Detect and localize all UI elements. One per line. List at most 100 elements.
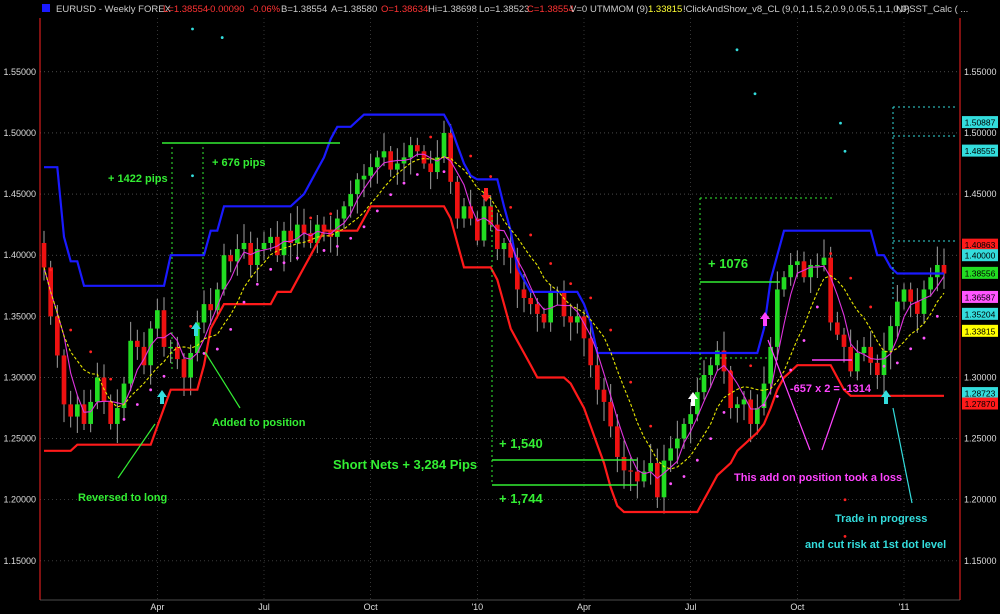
x-tick-label: Jul (258, 602, 270, 612)
candle-body (528, 297, 533, 305)
x-tick-label: Apr (150, 602, 164, 612)
candle-body (75, 404, 80, 417)
annotation-cut-risk: and cut risk at 1st dot level (805, 539, 946, 551)
candle-body (295, 224, 300, 243)
stop-dot (229, 327, 233, 331)
stop-dot (329, 212, 333, 216)
stop-dot (402, 181, 406, 185)
stop-dot (922, 336, 926, 340)
candle-body (108, 401, 113, 424)
stop-dot (509, 205, 513, 209)
stop-dot (935, 314, 939, 318)
candle-body (148, 328, 153, 366)
price-label-text: 1.50887 (965, 118, 996, 128)
candle-body (595, 365, 600, 390)
header-low: L=1.38554 (163, 4, 208, 15)
y-tick-label: 1.35000 (3, 311, 36, 321)
header-high: Hi=1.38698 (428, 4, 477, 15)
stop-dot (429, 135, 433, 139)
stop-dot (843, 149, 847, 153)
header-symbol: EURUSD - Weekly FOREX (56, 4, 172, 15)
x-tick-label: '11 (898, 602, 909, 612)
candle-body (428, 163, 433, 173)
candle-body (855, 353, 860, 372)
candle-body (481, 206, 487, 241)
candle-body (541, 313, 547, 323)
header-change: -0.00090 (207, 4, 245, 15)
candle-body (888, 326, 893, 351)
annotation-plus-1744: + 1,744 (499, 491, 544, 506)
candle-body (628, 470, 633, 472)
candle-body (341, 206, 347, 219)
header-bid: B=1.38554 (281, 4, 327, 15)
candle-body (788, 264, 793, 278)
candle-body (421, 151, 427, 164)
stop-dot (869, 305, 873, 309)
y-tick-label: 1.45000 (3, 189, 36, 199)
annotation-loss-calc: -657 x 2 = -1314 (790, 383, 872, 395)
candle-body (348, 194, 353, 207)
stop-dot (729, 369, 733, 373)
candle-body (655, 463, 660, 498)
stop-dot (415, 173, 419, 176)
candle-body (615, 426, 620, 457)
y-tick-label: 1.55000 (964, 67, 997, 77)
stop-dot (349, 236, 353, 240)
stop-dot (442, 170, 446, 174)
header-lo: Lo=1.38523 (479, 4, 529, 15)
price-label-text: 1.40000 (965, 251, 996, 261)
header-indicator-value: 1.33815 (648, 4, 682, 15)
candle-body (155, 310, 160, 329)
candle-body (928, 277, 933, 290)
candle-body (828, 257, 833, 323)
candle-body (901, 289, 907, 302)
stop-dot (191, 174, 194, 178)
stop-dot (220, 36, 224, 39)
candle-body (815, 264, 820, 267)
stop-dot (749, 364, 753, 368)
candle-body (241, 242, 247, 250)
stop-dot (469, 154, 473, 158)
candle-body (368, 167, 373, 176)
candle-body (755, 408, 760, 424)
y-tick-label: 1.15000 (964, 556, 997, 566)
stop-dot (375, 209, 379, 213)
y-tick-label: 1.20000 (964, 495, 997, 505)
candle-body (841, 334, 847, 347)
stop-dot (529, 233, 533, 237)
y-tick-label: 1.40000 (3, 250, 36, 260)
stop-dot (309, 216, 313, 220)
x-tick-label: Oct (364, 602, 379, 612)
candle-body (68, 404, 73, 417)
stop-dot (322, 249, 326, 252)
candle-body (848, 346, 853, 372)
stop-dot (802, 339, 806, 342)
candle-body (128, 340, 133, 384)
candle-body (568, 316, 573, 323)
stop-dot (49, 268, 53, 272)
candle-body (441, 132, 447, 158)
stop-dot (775, 394, 779, 398)
stop-dot (135, 403, 139, 406)
header-change-pct: -0.06% (250, 4, 281, 15)
candle-body (915, 301, 920, 314)
candle-body (941, 264, 947, 274)
candle-body (461, 206, 467, 219)
candle-body (921, 289, 927, 314)
y-tick-label: 1.25000 (3, 434, 36, 444)
stop-dot (89, 350, 93, 354)
price-label-text: 1.36587 (965, 292, 996, 302)
stop-dot (269, 267, 273, 271)
candle-body (695, 392, 700, 415)
header-study: !ClickAndShow_v8_CL (9,0,1,1.5,2,0.9,0.0… (683, 4, 910, 15)
candle-body (475, 218, 480, 241)
header-open: O=1.38634 (381, 4, 428, 15)
annotation-trade-progress: Trade in progress (835, 513, 927, 525)
stop-dot (255, 282, 259, 286)
candle-body (55, 316, 60, 356)
candle-body (868, 346, 873, 363)
candle-body (181, 359, 187, 378)
candle-body (455, 181, 460, 219)
y-tick-label: 1.30000 (964, 372, 997, 382)
candle-body (781, 277, 787, 290)
